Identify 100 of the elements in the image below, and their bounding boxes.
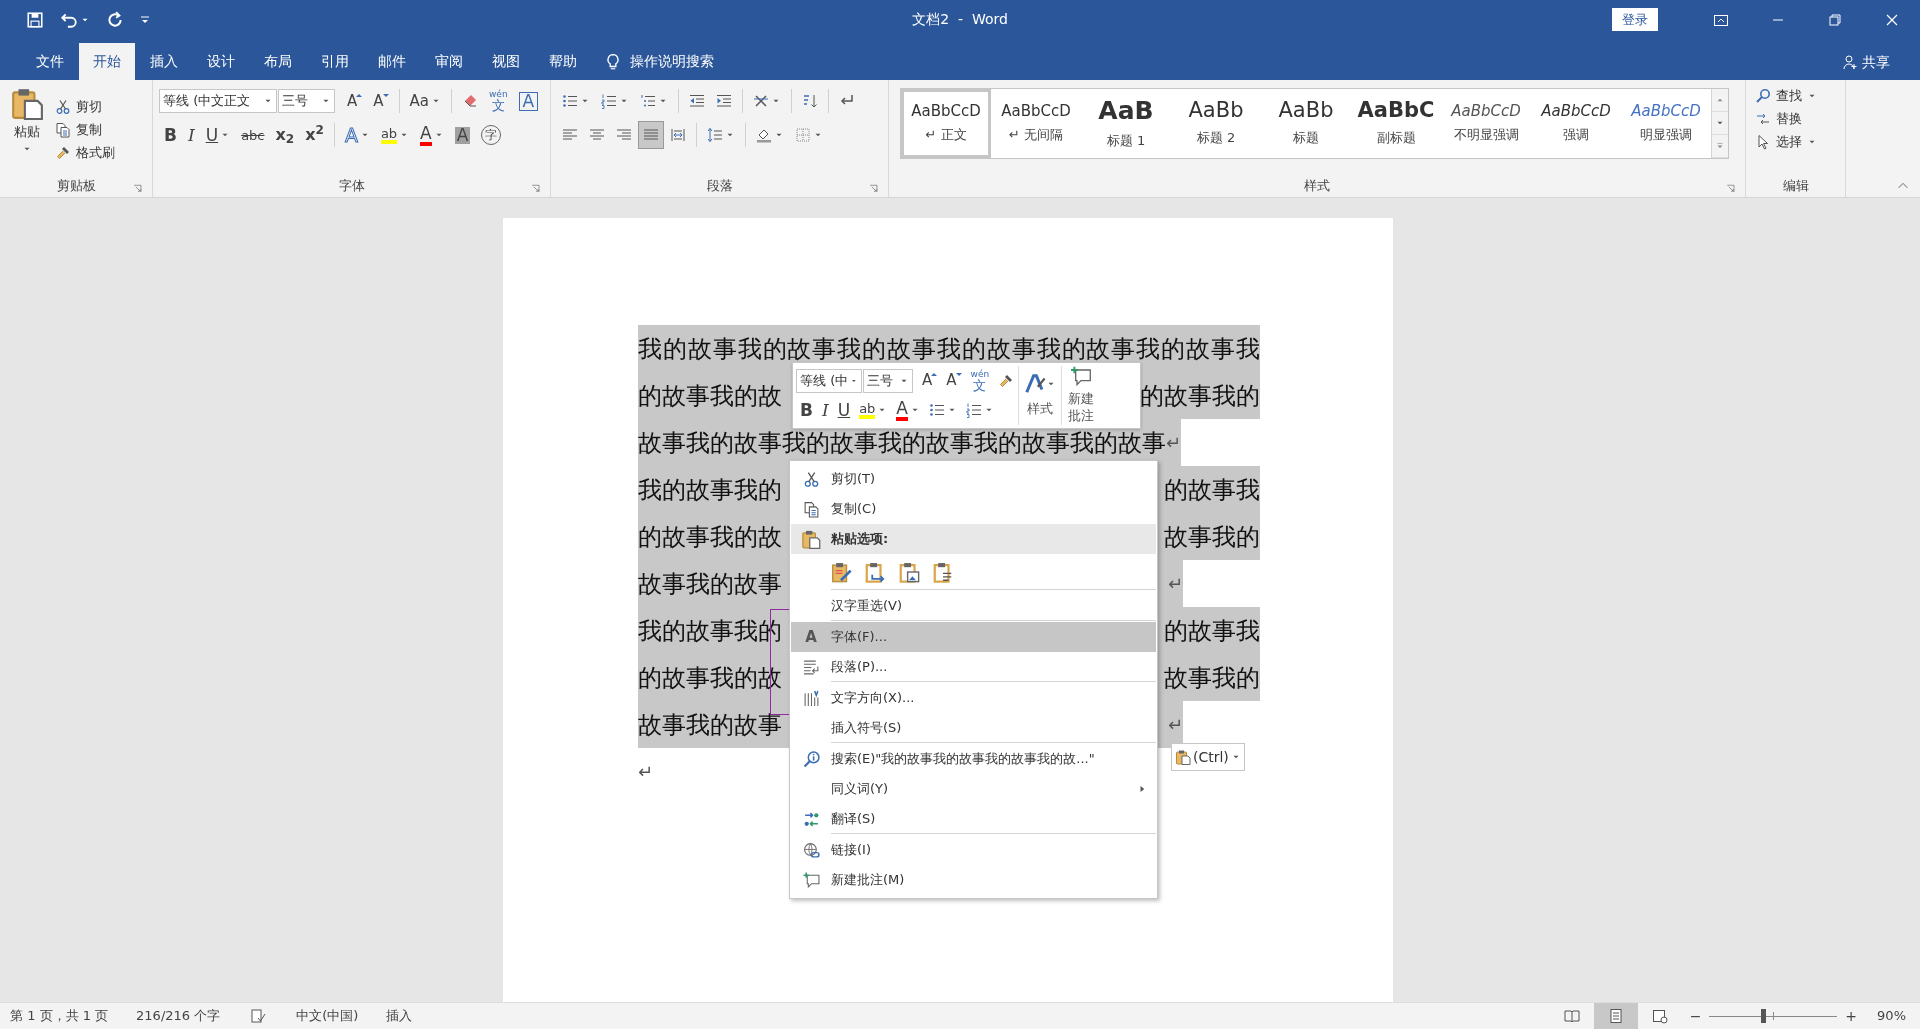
ribbon-tab[interactable]: 引用 [307,43,363,80]
status-text: 216/216 个字 [136,1007,221,1026]
ribbon-tab[interactable]: 文件 [22,43,78,80]
ribbon-tab[interactable]: 开始 [79,43,135,80]
menu-header: 粘贴选项: [791,524,1156,554]
paste-button[interactable]: 粘贴 [6,84,48,175]
underline-button[interactable]: U [833,397,855,424]
bullets-icon [562,93,578,109]
body-text: 我的故事我的 [638,477,782,502]
justify-button[interactable] [638,121,664,149]
enclose-button[interactable]: 字 [476,121,507,149]
ribbon-tab[interactable]: 视图 [478,43,534,80]
ribbon-tab[interactable]: 帮助 [535,43,591,80]
bold-button[interactable]: B [159,121,182,149]
menu-item[interactable]: 剪切(T) [791,464,1156,494]
new-comment-button[interactable]: 新建批注 [1061,366,1101,425]
menu-item[interactable]: 文字方向(X)... [791,683,1156,713]
status-text: 插入 [386,1007,413,1026]
menu-item[interactable]: 搜索(E)"我的故事我的故事我的故事我的故..." [791,744,1156,774]
group-label: 剪贴板 [56,177,96,196]
ribbon-tab[interactable]: 布局 [250,43,306,80]
ribbon-tab[interactable]: 邮件 [364,43,420,80]
paragraph-icon [802,658,820,676]
styles-button[interactable]: 样式 [1018,366,1062,425]
find-button[interactable]: 查找 [1752,84,1820,107]
align-left-icon [562,127,578,143]
subscript-button[interactable]: x$_{2}$ [270,121,300,149]
group-label: 样式 [1304,177,1330,196]
paragraph-mark: ↵ [1167,712,1183,737]
grow-button[interactable]: A [918,367,942,394]
grow-button[interactable]: A [342,87,368,115]
body-text: 的故事我的故 [638,383,782,408]
phonetic-button[interactable]: wén 文 [966,367,994,394]
color-button[interactable]: A [415,121,449,149]
launcher-icon [1725,183,1737,195]
border-button[interactable]: A [513,87,544,115]
cut-button[interactable]: 剪切 [52,95,118,118]
ribbon-tab[interactable]: 设计 [193,43,249,80]
phonetic-button[interactable]: wén 文 [484,87,513,115]
italic-button[interactable]: I [817,397,833,424]
copy-button[interactable]: 复制 [52,118,118,141]
status-text: 第 1 页，共 1 页 [10,1007,109,1026]
cursor-icon [1755,133,1771,150]
body-text: 的故事我的故 [638,524,782,549]
paste-option-button[interactable] [863,560,887,584]
ribbon-tab[interactable]: 插入 [136,43,192,80]
line-spacing-icon [707,127,723,143]
zoom-slider-thumb[interactable] [1761,1008,1767,1023]
format-painter-button[interactable]: 格式刷 [52,141,118,164]
highlight-button[interactable]: ab [855,397,892,424]
italic-button[interactable]: I [182,121,200,149]
zoom-out-button[interactable]: − [1681,1005,1710,1027]
select-button[interactable]: 选择 [1752,130,1820,153]
paragraph-mark: ↵ [1166,430,1182,455]
replace-button[interactable]: 替换 [1752,107,1820,130]
clipboard-brush-icon [830,561,852,583]
tell-me-search[interactable]: 操作说明搜索 [630,51,714,72]
font-name-field[interactable]: 等线 (中 [796,368,862,393]
customize-button[interactable] [138,13,152,26]
menu-item[interactable]: 复制(C) [791,494,1156,524]
search-icon [802,750,820,768]
distribute-icon [670,127,686,143]
font-size-field[interactable]: 三号 [863,368,913,393]
menu-item[interactable]: A 字体(F)... [791,622,1156,652]
proofing-icon [250,1008,267,1024]
print-view-button[interactable] [1593,1003,1638,1029]
group-label: 编辑 [1782,177,1809,196]
menu-item[interactable]: 同义词(Y) [791,774,1156,804]
paste-option-button[interactable] [829,560,853,584]
font-size-field[interactable]: 三号 [278,89,335,113]
color-button[interactable]: A [892,397,924,424]
align-right-icon [616,127,632,143]
underline-button[interactable]: U [200,121,236,149]
paste-options-button[interactable]: (Ctrl) [1171,743,1245,771]
ribbon-tab[interactable]: 审阅 [421,43,477,80]
strike-button[interactable]: abc [236,121,270,149]
menu-item[interactable]: 新建批注(M) [791,865,1156,895]
status-text: 中文(中国) [296,1007,359,1026]
style-gallery-item[interactable]: AaBbCcD ↵ 正文 [901,89,991,158]
superscript-button[interactable]: x$^{2}$ [300,121,329,149]
more-styles-button[interactable] [1712,135,1728,158]
paste-option-button[interactable] [897,560,921,584]
highlight-button[interactable]: ab [375,121,415,149]
clipboard-icon [10,86,44,120]
shrink-button[interactable]: A [368,87,394,115]
body-text: 的故事我 [1164,477,1260,502]
sort-icon [802,93,818,109]
bold-button[interactable]: B [796,397,817,424]
shading-button[interactable]: A [449,121,476,149]
scissors-icon [55,98,71,115]
menu-item[interactable]: 链接(I) [791,835,1156,865]
zoom-in-button[interactable]: + [1837,1005,1866,1027]
clipboard-icon [1175,749,1191,765]
case-button[interactable]: Aa [404,87,446,115]
launcher-icon [868,183,880,195]
sign-in-button[interactable]: 登录 [1612,7,1658,32]
font-name-field[interactable]: 等线 (中文正文 [159,89,277,113]
shrink-button[interactable]: A [942,367,966,394]
share-button[interactable]: 共享 [1840,43,1892,80]
numbering-icon [601,93,617,109]
